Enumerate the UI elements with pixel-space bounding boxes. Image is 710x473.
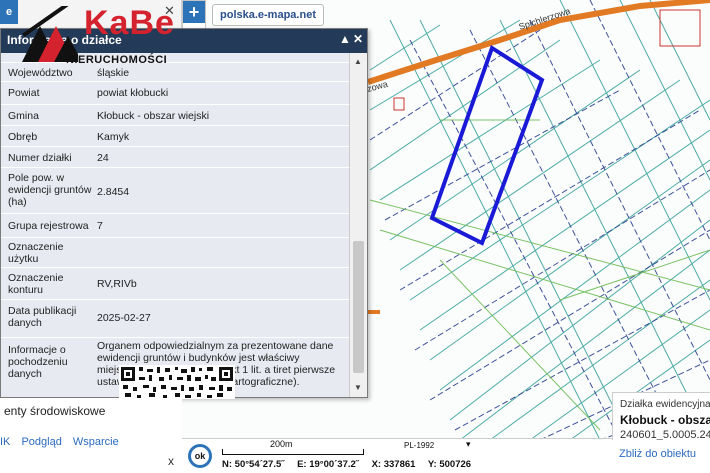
ok-button[interactable]: ok: [188, 444, 212, 468]
info-value: 2.8454: [97, 186, 130, 198]
info-key: Numer działki: [8, 152, 72, 164]
info-key: Informacje o pochodzeniu danych: [8, 344, 68, 380]
sidebar-tab[interactable]: e: [0, 0, 18, 24]
info-value: RV,RIVb: [97, 278, 137, 290]
info-row: Pole pow. w ewidencji gruntów (ha) 2.845…: [1, 168, 349, 214]
info-key: Gmina: [8, 110, 39, 122]
x-coordinate: X: 337861: [371, 459, 416, 470]
info-row: Oznaczenie użytku: [1, 238, 349, 268]
info-key: Pole pow. w ewidencji gruntów (ha): [8, 172, 92, 208]
site-name-label[interactable]: polska.e-mapa.net: [212, 4, 324, 26]
longitude: E: 19°00´37.2˝: [297, 459, 359, 470]
info-value: powiat kłobucki: [97, 87, 169, 99]
info-value: Kamyk: [97, 131, 130, 143]
logo-subtitle: NIERUCHOMOŚCI: [66, 54, 168, 66]
info-value: Kłobuck - obszar wiejski: [97, 110, 210, 122]
info-value: 7: [97, 220, 103, 232]
scale-bar: [222, 449, 364, 455]
info-row: Gmina Kłobuck - obszar wiejski: [1, 105, 349, 126]
scroll-up-icon[interactable]: ▲: [354, 57, 362, 66]
close-icon[interactable]: ✕: [353, 32, 363, 46]
info-panel: Informacja o działce ▲ ✕ Województwo ślą…: [0, 28, 368, 399]
sidebar-bottom: enty środowiskowe IK Podgląd Wsparcie x: [0, 398, 182, 473]
y-coordinate: Y: 500726: [427, 459, 472, 470]
zoom-to-object-link[interactable]: Zbliż do obiektu: [619, 448, 696, 460]
parcel-card: Działka ewidencyjna Kłobuck - obszar wie…: [612, 392, 710, 440]
latitude: N: 50°54´27.5˝: [222, 459, 285, 470]
info-row: Oznaczenie konturu RV,RIVb: [1, 268, 349, 300]
info-row: Powiat powiat kłobucki: [1, 82, 349, 105]
footer-links: IK Podgląd Wsparcie: [0, 436, 127, 448]
kabe-logo: KaBe NIERUCHOMOŚCI: [18, 4, 188, 70]
coordinates-readout: N: 50°54´27.5˝ E: 19°00´37.2˝ X: 337861 …: [222, 459, 481, 470]
logo-text: KaBe: [84, 4, 175, 42]
env-layer-item[interactable]: enty środowiskowe: [4, 404, 105, 418]
parcel-card-area: Kłobuck - obszar wiejski: [620, 413, 710, 427]
info-key: Powiat: [8, 87, 40, 99]
collapse-icon[interactable]: ▲: [339, 32, 351, 46]
info-value: 24: [97, 152, 109, 164]
qr-code: [119, 365, 235, 399]
info-key: Obręb: [8, 131, 38, 143]
parcel-card-type: Działka ewidencyjna: [620, 399, 710, 410]
crs-label[interactable]: PL-1992: [404, 441, 434, 450]
info-panel-body: Województwo śląskie Powiat powiat kłobuc…: [1, 53, 349, 397]
info-scrollbar[interactable]: ▲ ▼: [349, 53, 367, 397]
info-value: 2025-02-27: [97, 312, 151, 324]
info-row: Data publikacji danych 2025-02-27: [1, 300, 349, 338]
info-key: Data publikacji danych: [8, 305, 77, 329]
close-icon[interactable]: x: [168, 454, 174, 468]
scroll-thumb[interactable]: [353, 241, 364, 373]
info-row: Numer działki 24: [1, 147, 349, 168]
info-key: Oznaczenie użytku: [8, 241, 64, 265]
scroll-down-icon[interactable]: ▼: [354, 383, 362, 392]
info-key: Grupa rejestrowa: [8, 220, 89, 232]
link-wsparcie[interactable]: Wsparcie: [73, 436, 119, 448]
info-row: Obręb Kamyk: [1, 126, 349, 147]
link-ik[interactable]: IK: [0, 436, 10, 448]
info-key: Oznaczenie konturu: [8, 272, 64, 296]
parcel-card-id: 240601_5.0005.24: [620, 429, 710, 440]
info-row: Grupa rejestrowa 7: [1, 214, 349, 238]
link-podglad[interactable]: Podgląd: [21, 436, 61, 448]
chevron-down-icon[interactable]: ▾: [466, 439, 471, 450]
scale-label: 200m: [270, 439, 293, 449]
